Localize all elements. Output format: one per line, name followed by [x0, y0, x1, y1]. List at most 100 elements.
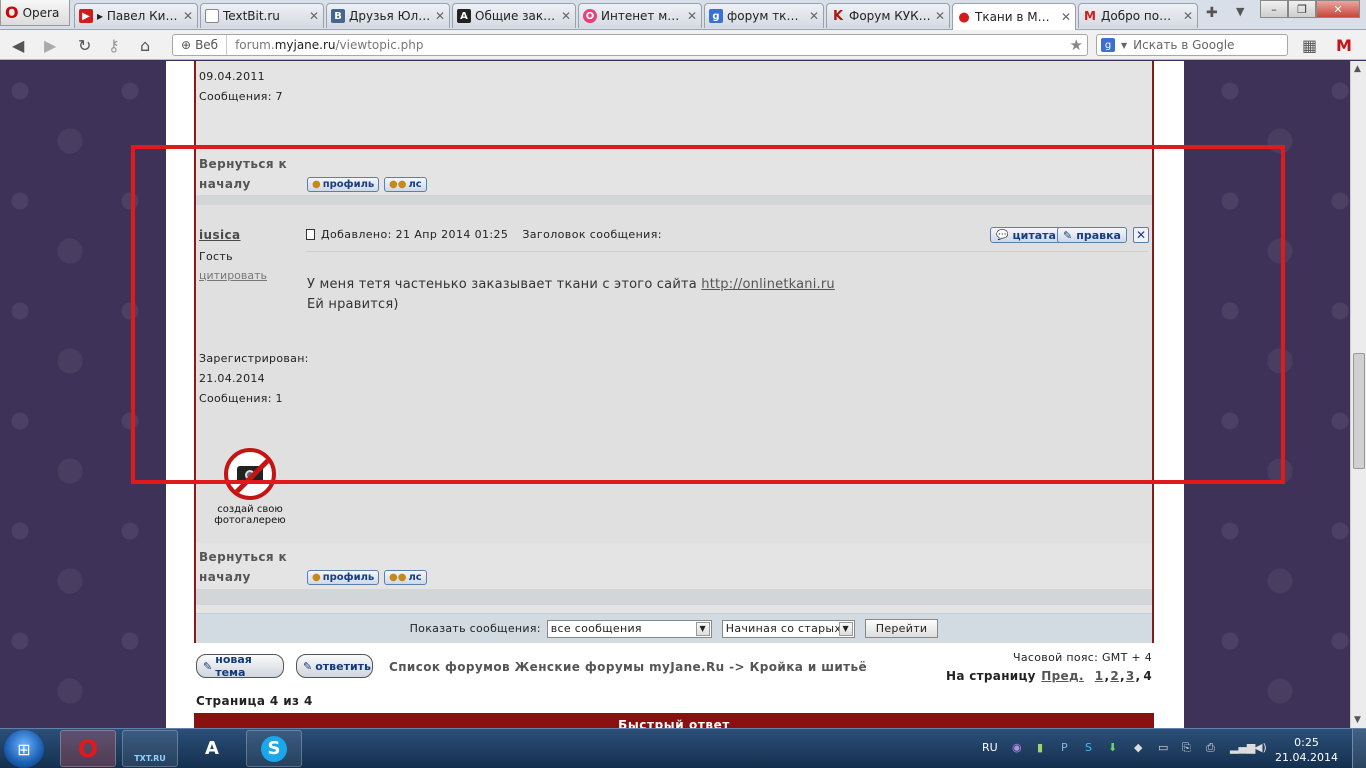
tab-close-icon[interactable]: ✕: [935, 9, 945, 23]
back-to-top-link-2[interactable]: Вернуться к началу: [199, 547, 295, 587]
close-window-icon[interactable]: ✕: [1316, 0, 1360, 18]
tab-close-icon[interactable]: ✕: [309, 9, 319, 23]
page-icon: [205, 9, 219, 23]
skype-icon: S: [261, 735, 287, 762]
messages-filter-select[interactable]: все сообщения ▼: [546, 619, 712, 638]
tab-title: Ткани в Мос…: [975, 10, 1057, 24]
search-box[interactable]: g ▼ Искать в Google: [1096, 34, 1288, 56]
breadcrumb[interactable]: Список форумов Женские форумы myJane.Ru …: [389, 660, 867, 674]
tab-close-icon[interactable]: ✕: [561, 9, 571, 23]
new-tab-icon[interactable]: ✚: [1206, 5, 1218, 21]
home-icon[interactable]: ⌂: [140, 36, 150, 55]
tab-close-icon[interactable]: ✕: [183, 9, 193, 23]
tab-title: ▸ Павел Кисе…: [97, 9, 179, 23]
tray-shield-icon[interactable]: ◆: [1134, 741, 1142, 754]
youtube-icon: ▶: [79, 9, 93, 23]
profile-button-label: профиль: [322, 572, 375, 583]
taskbar-skype[interactable]: S: [246, 730, 302, 767]
users-icon: ●●: [389, 572, 407, 583]
tab-youtube[interactable]: ▶ ▸ Павел Кисе… ✕: [74, 3, 198, 28]
reply-button[interactable]: ✎ ответить: [296, 654, 373, 678]
pm-button-2[interactable]: ●● лс: [384, 570, 427, 585]
clock-time: 0:25: [1294, 736, 1319, 749]
address-bar[interactable]: ⊕ Веб forum.myjane.ru/viewtopic.php ★: [172, 34, 1088, 56]
a-letter-icon: A: [457, 9, 471, 23]
gmail-notifier-icon[interactable]: M: [1336, 36, 1352, 55]
minimize-icon[interactable]: –: [1260, 0, 1288, 18]
url-host: myjane.ru: [274, 38, 336, 52]
prev-page-link[interactable]: Пред.: [1041, 669, 1084, 683]
tab-doll-forum[interactable]: K Форум КУКЛ… ✕: [826, 3, 950, 28]
skype-tray-icon[interactable]: S: [1085, 741, 1092, 754]
tray-p-icon[interactable]: P: [1061, 741, 1068, 754]
url-text[interactable]: forum.myjane.ru/viewtopic.php: [227, 38, 423, 52]
tab-close-icon[interactable]: ✕: [809, 9, 819, 23]
back-icon[interactable]: ◀: [12, 36, 24, 55]
url-prefix: forum.: [235, 38, 275, 52]
scrollbar-thumb[interactable]: [1353, 353, 1365, 469]
forward-icon[interactable]: ▶: [44, 36, 56, 55]
pm-button-label: лс: [408, 572, 422, 583]
tab-close-icon[interactable]: ✕: [1061, 10, 1071, 24]
usb-icon[interactable]: ⎘: [1182, 741, 1191, 755]
tab-shop[interactable]: O Интенет мага… ✕: [578, 3, 702, 28]
sort-order-select[interactable]: Начиная со старых ▼: [721, 619, 855, 638]
prev-post-messages: Сообщения: 7: [199, 90, 283, 103]
speed-dial-grid-icon[interactable]: ▦: [1302, 36, 1317, 55]
taskbar-a-app[interactable]: A: [186, 730, 238, 767]
tab-close-icon[interactable]: ✕: [435, 9, 445, 23]
web-badge[interactable]: ⊕ Веб: [173, 35, 228, 55]
maximize-icon[interactable]: ❐: [1288, 0, 1316, 18]
tab-gmail[interactable]: M Добро пожа… ✕: [1078, 3, 1198, 28]
tab-close-icon[interactable]: ✕: [1183, 9, 1193, 23]
printer-icon[interactable]: ⎙: [1206, 741, 1215, 755]
tray-download-icon[interactable]: ⬇: [1108, 741, 1117, 754]
taskbar-clock[interactable]: 0:25 21.04.2014: [1275, 735, 1338, 765]
tab-title: Форум КУКЛ…: [849, 9, 931, 23]
tab-title: Интенет мага…: [601, 9, 683, 23]
opera-menu-button[interactable]: O Opera: [0, 0, 70, 26]
taskbar-opera[interactable]: O: [60, 730, 116, 767]
tab-title: TextBit.ru: [223, 9, 280, 23]
messages-filter-value: все сообщения: [550, 622, 642, 635]
tab-vk[interactable]: B Друзья Юлии… ✕: [326, 3, 450, 28]
go-button[interactable]: Перейти: [864, 619, 939, 638]
quick-reply-header[interactable]: Быстрый ответ: [194, 713, 1154, 728]
bookmark-star-icon[interactable]: ★: [1070, 36, 1083, 54]
scroll-up-icon[interactable]: ▲: [1354, 64, 1361, 74]
opera-menu-label: Opera: [22, 5, 60, 20]
windows-start-button[interactable]: ⊞: [4, 730, 44, 768]
chevron-down-icon[interactable]: ▼: [1121, 41, 1127, 50]
tab-google-search[interactable]: g форум ткани… ✕: [704, 3, 824, 28]
page-link-2[interactable]: 2: [1110, 669, 1119, 683]
tab-textbit[interactable]: TextBit.ru ✕: [200, 3, 324, 28]
vk-icon: B: [331, 9, 345, 23]
gmail-icon: M: [1084, 9, 1096, 23]
new-topic-button[interactable]: ✎ новая тема: [196, 653, 284, 679]
monitor-icon[interactable]: ▭: [1158, 741, 1168, 754]
a-app-icon: A: [205, 738, 219, 759]
tab-close-icon[interactable]: ✕: [687, 9, 697, 23]
profile-button-2[interactable]: ● профиль: [307, 570, 380, 585]
gallery-caption: создай свою фотогалерею: [214, 504, 286, 526]
page-link-3[interactable]: 3: [1126, 669, 1135, 683]
language-indicator[interactable]: RU: [982, 741, 998, 754]
tray-app-icon[interactable]: ▮: [1037, 741, 1043, 754]
key-icon[interactable]: ⚷: [108, 36, 120, 55]
reply-label: ответить: [315, 659, 371, 673]
tab-list-icon[interactable]: ▼: [1236, 5, 1244, 18]
display-options-bar: Показать сообщения: все сообщения ▼ Начи…: [196, 613, 1152, 643]
reload-icon[interactable]: ↻: [78, 36, 91, 55]
quick-reply-label: Быстрый ответ: [618, 718, 730, 728]
tab-fabrics-active[interactable]: ● Ткани в Мос… ✕: [952, 3, 1076, 30]
viber-icon[interactable]: ◉: [1012, 741, 1022, 754]
scroll-down-icon[interactable]: ▼: [1354, 715, 1361, 725]
browser-navigation-bar: ◀ ▶ ↻ ⚷ ⌂ ⊕ Веб forum.myjane.ru/viewtopi…: [0, 30, 1366, 60]
volume-icon[interactable]: ◀): [1254, 741, 1267, 754]
page-link-1[interactable]: 1: [1095, 669, 1104, 683]
tab-orders[interactable]: A Общие заказ… ✕: [452, 3, 576, 28]
signal-icon[interactable]: ▂▄▆: [1230, 741, 1255, 754]
show-desktop-button[interactable]: [1352, 729, 1366, 768]
taskbar-txtru[interactable]: TXT.RU: [122, 730, 178, 767]
page-scrollbar[interactable]: ▲ ▼: [1350, 61, 1366, 728]
